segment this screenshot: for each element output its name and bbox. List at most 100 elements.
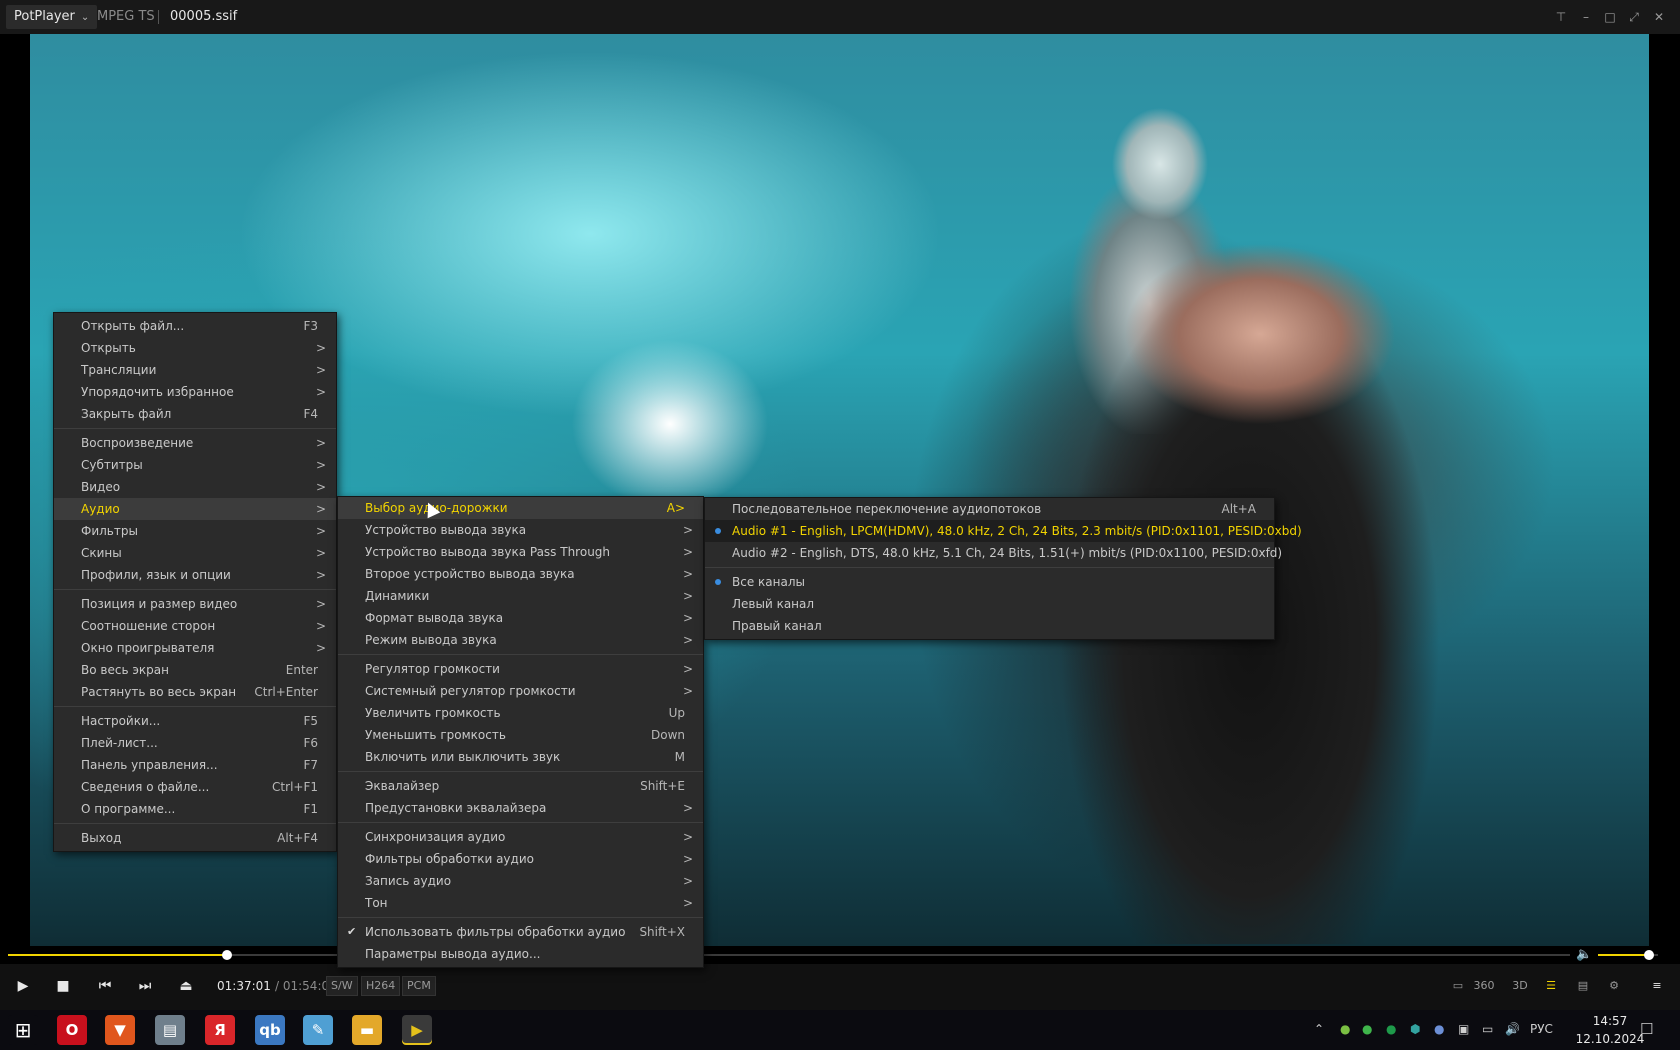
menu-item[interactable]: Во весь экран Enter — [54, 659, 336, 681]
menu-item[interactable]: Синхронизация аудио > — [338, 826, 703, 848]
gear-icon[interactable]: ⚙ — [1603, 976, 1625, 996]
next-icon[interactable]: ⏭ — [135, 976, 155, 996]
menu-item[interactable]: О программе... F1 — [54, 798, 336, 820]
tray-app-icon[interactable]: ● — [1434, 1022, 1444, 1036]
menu-item[interactable]: Открыть файл... F3 — [54, 315, 336, 337]
app-menu-button[interactable]: PotPlayer ⌄ — [6, 5, 98, 29]
menu-item[interactable]: Соотношение сторон > — [54, 615, 336, 637]
tray-app-icon[interactable]: ● — [1386, 1022, 1396, 1036]
brave-icon[interactable]: ▼ — [105, 1015, 135, 1045]
clock-time[interactable]: 14:57 — [1580, 1014, 1640, 1028]
menu-item[interactable]: Эквалайзер Shift+E — [338, 775, 703, 797]
file-explorer-icon[interactable]: ▬ — [352, 1015, 382, 1045]
menu-item[interactable]: Audio #2 - English, DTS, 48.0 kHz, 5.1 C… — [705, 542, 1282, 564]
menu-item[interactable]: Уменьшить громкость Down — [338, 724, 703, 746]
menu-item[interactable]: Устройство вывода звука > — [338, 519, 703, 541]
menu-item[interactable]: Предустановки эквалайзера > — [338, 797, 703, 819]
menu-item[interactable]: Профили, язык и опции > — [54, 564, 336, 586]
volume-icon[interactable]: 🔈 — [1576, 947, 1592, 962]
menu-item[interactable]: Сведения о файле... Ctrl+F1 — [54, 776, 336, 798]
network-icon[interactable]: ▭ — [1482, 1022, 1493, 1036]
minimize-icon[interactable]: – — [1577, 8, 1595, 26]
menu-item[interactable]: Выход Alt+F4 — [54, 827, 336, 849]
menu-item[interactable]: Трансляции > — [54, 359, 336, 381]
menu-item[interactable]: Увеличить громкость Up — [338, 702, 703, 724]
tray-app-icon[interactable]: ● — [1362, 1022, 1372, 1036]
scanner-app-icon[interactable]: ▤ — [155, 1015, 185, 1045]
stop-icon[interactable]: ■ — [53, 976, 73, 996]
menu-item[interactable]: Динамики > — [338, 585, 703, 607]
menu-item[interactable]: Audio #1 - English, LPCM(HDMV), 48.0 kHz… — [705, 520, 1302, 542]
menu-item[interactable]: Закрыть файл F4 — [54, 403, 336, 425]
notifications-icon[interactable]: ☐ — [1640, 1020, 1653, 1038]
menu-item[interactable]: Видео > — [54, 476, 336, 498]
menu-item[interactable]: Окно проигрывателя > — [54, 637, 336, 659]
seekbar-track[interactable] — [8, 954, 1570, 956]
maximize-icon[interactable]: □ — [1601, 8, 1619, 26]
tray-device-icon[interactable]: ▣ — [1458, 1022, 1469, 1036]
opera-icon[interactable]: O — [57, 1015, 87, 1045]
menu-item[interactable]: Устройство вывода звука Pass Through > — [338, 541, 703, 563]
list-icon[interactable]: ▤ — [1572, 976, 1594, 996]
menu-item[interactable]: Плей-лист... F6 — [54, 732, 336, 754]
current-time[interactable]: 01:37:01 — [217, 979, 271, 993]
audio-codec-badge[interactable]: PCM — [402, 976, 436, 996]
yandex-browser-icon[interactable]: Я — [205, 1015, 235, 1045]
menu-item[interactable]: Правый канал — [705, 615, 1274, 637]
pin-icon[interactable]: ⊤ — [1552, 8, 1570, 26]
shortcut-key: F1 — [303, 802, 318, 816]
menu-item-label: Фильтры — [81, 524, 138, 538]
tray-shield-icon[interactable]: ⬢ — [1410, 1022, 1420, 1036]
menu-item[interactable]: Фильтры обработки аудио > — [338, 848, 703, 870]
vr-360-button[interactable]: 360 — [1473, 976, 1495, 996]
volume-handle[interactable] — [1644, 950, 1654, 960]
video-codec-badge[interactable]: H264 — [361, 976, 401, 996]
menu-item[interactable]: Последовательное переключение аудиопоток… — [705, 498, 1274, 520]
file-title: 00005.ssif — [170, 9, 238, 24]
menu-item[interactable]: Формат вывода звука > — [338, 607, 703, 629]
menu-item[interactable]: Системный регулятор громкости > — [338, 680, 703, 702]
menu-item[interactable]: Панель управления... F7 — [54, 754, 336, 776]
menu-item[interactable]: Растянуть во весь экран Ctrl+Enter — [54, 681, 336, 703]
language-indicator[interactable]: РУС — [1530, 1022, 1553, 1036]
menu-item[interactable]: Тон > — [338, 892, 703, 914]
qbittorrent-icon[interactable]: qb — [255, 1015, 285, 1045]
close-icon[interactable]: ✕ — [1650, 8, 1668, 26]
seekbar-handle[interactable] — [221, 950, 232, 960]
eject-icon[interactable]: ⏏ — [176, 976, 196, 996]
tray-chevron-icon[interactable]: ⌃ — [1314, 1022, 1324, 1036]
menu-item[interactable]: Включить или выключить звук M — [338, 746, 703, 768]
menu-item[interactable]: Левый канал — [705, 593, 1274, 615]
menu-item[interactable]: Второе устройство вывода звука > — [338, 563, 703, 585]
menu-item[interactable]: Параметры вывода аудио... — [338, 943, 703, 965]
menu-item[interactable]: Воспроизведение > — [54, 432, 336, 454]
tray-app-icon[interactable]: ● — [1340, 1022, 1350, 1036]
3d-button[interactable]: 3D — [1509, 976, 1531, 996]
menu-item[interactable]: Запись аудио > — [338, 870, 703, 892]
menu-item[interactable]: Фильтры > — [54, 520, 336, 542]
menu-item[interactable]: Настройки... F5 — [54, 710, 336, 732]
decoder-badge[interactable]: S/W — [326, 976, 358, 996]
menu-item[interactable]: Режим вывода звука > — [338, 629, 703, 651]
speaker-icon[interactable]: 🔊 — [1505, 1022, 1520, 1036]
menu-item[interactable]: Скины > — [54, 542, 336, 564]
menu-item[interactable]: ✔ Использовать фильтры обработки аудио Shi… — [338, 921, 703, 943]
menu-item-label: Последовательное переключение аудиопоток… — [732, 502, 1042, 516]
playlist-search-icon[interactable]: ☰ — [1540, 976, 1562, 996]
menu-item[interactable]: Регулятор громкости > — [338, 658, 703, 680]
menu-item[interactable]: Выбор аудио-дорожки A> — [338, 497, 703, 519]
windows-start-icon[interactable]: ⊞ — [8, 1015, 38, 1045]
menu-item[interactable]: Позиция и размер видео > — [54, 593, 336, 615]
hamburger-icon[interactable]: ≡ — [1646, 976, 1668, 996]
play-icon[interactable]: ▶ — [13, 976, 33, 996]
fullscreen-icon[interactable]: ⤢ — [1625, 8, 1643, 26]
notepad-icon[interactable]: ✎ — [303, 1015, 333, 1045]
menu-item[interactable]: Все каналы — [705, 571, 1274, 593]
menu-item[interactable]: Открыть > — [54, 337, 336, 359]
monitor-icon[interactable]: ▭ — [1447, 976, 1469, 996]
menu-item[interactable]: Субтитры > — [54, 454, 336, 476]
previous-icon[interactable]: ⏮ — [95, 976, 115, 996]
menu-item[interactable]: Аудио > — [54, 498, 336, 520]
menu-item[interactable]: Упорядочить избранное > — [54, 381, 336, 403]
potplayer-taskbar-icon[interactable]: ▶ — [402, 1015, 432, 1045]
